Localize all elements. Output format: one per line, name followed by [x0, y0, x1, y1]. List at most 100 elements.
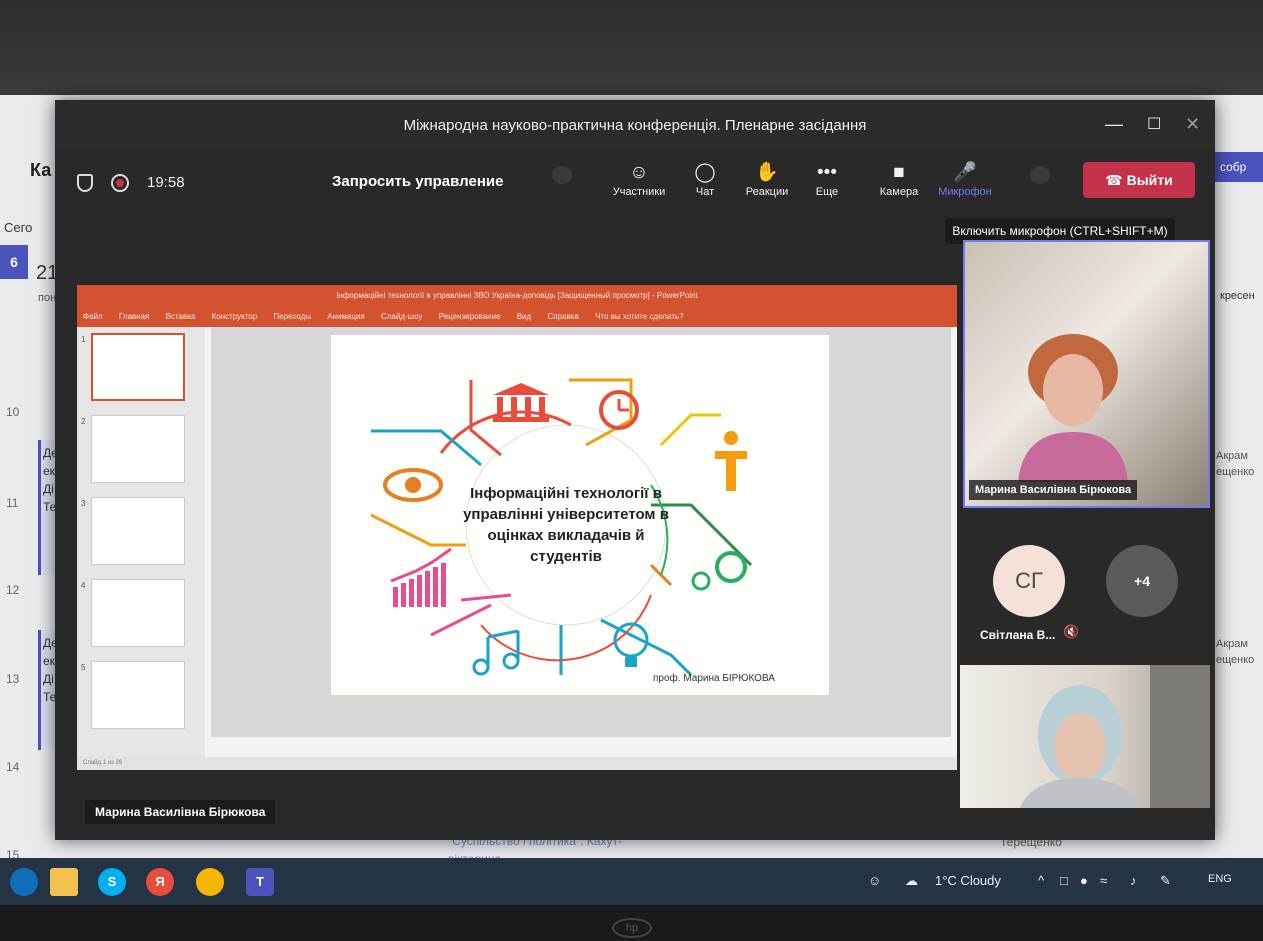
lightbulb-icon — [613, 622, 649, 667]
slide-number: 2 — [81, 417, 86, 426]
shield-icon — [77, 174, 93, 192]
day-label: пон — [38, 292, 57, 304]
ppt-menu-item: Конструктор — [211, 312, 258, 321]
language-indicator[interactable]: ENG — [1208, 873, 1232, 885]
camera-button[interactable]: ■ Камера — [867, 160, 931, 198]
phone-icon: ☎ — [1105, 172, 1123, 188]
skype-icon[interactable]: S — [98, 868, 126, 896]
chat-icon: ◯ — [694, 162, 716, 183]
meeting-title: Міжнародна науково-практична конференція… — [403, 117, 867, 134]
ppt-menu-item: Вид — [516, 312, 532, 321]
ppt-menu-item: Рецензирование — [438, 312, 501, 321]
gears-icon — [691, 551, 747, 591]
meeting-toolbar: 19:58 Запросить управление ☺ Участники ◯… — [55, 150, 1215, 260]
ppt-menu-item: Переходы — [273, 312, 311, 321]
ppt-title-bar: Інформаційні технології в управлінні ЗВО… — [77, 285, 957, 307]
chrome-icon[interactable] — [196, 868, 224, 896]
more-dots-icon: ••• — [817, 162, 837, 183]
slide-editor: Інформаційні технології в управлінні уні… — [211, 327, 951, 737]
people-icon: ☺ — [629, 162, 649, 183]
growth-chart-icon — [390, 547, 452, 607]
start-icon[interactable] — [10, 868, 38, 896]
ppt-menu-item: Анимация — [327, 312, 365, 321]
today-button[interactable]: Сего — [4, 220, 32, 235]
ppt-menu-item: Файл — [83, 312, 103, 321]
camera-icon: ■ — [893, 162, 905, 183]
weather-text[interactable]: 1°C Cloudy — [935, 873, 1001, 888]
hp-logo-icon: hp — [612, 918, 652, 938]
teams-icon[interactable]: T — [246, 868, 274, 896]
speaker-silhouette — [1018, 334, 1128, 482]
ghost-icon — [552, 166, 572, 184]
right-event-names: Акрам ещенко — [1216, 450, 1255, 478]
maximize-icon[interactable]: ☐ — [1147, 114, 1161, 134]
ghost-icon — [1030, 166, 1050, 184]
close-icon[interactable]: ✕ — [1185, 114, 1200, 135]
ppt-menu-item: Справка — [547, 312, 579, 321]
music-note-icon — [472, 629, 520, 676]
cloud-icon: ☁ — [905, 873, 918, 888]
chevron-up-icon[interactable]: ^ — [1038, 873, 1044, 888]
participant-silhouette — [1020, 665, 1210, 808]
ppt-menu-item: Что вы хотите сделать? — [595, 312, 684, 321]
file-explorer-icon[interactable] — [50, 868, 78, 896]
join-button[interactable]: собр — [1214, 152, 1263, 182]
volume-icon[interactable]: ♪ — [1130, 873, 1137, 888]
avatar[interactable]: СГ — [993, 545, 1065, 617]
right-event-names: Акрам ещенко — [1216, 638, 1255, 666]
slide-thumbnail — [91, 333, 185, 401]
hour-13: 13 — [6, 672, 20, 686]
yandex-browser-icon[interactable]: Я — [146, 868, 174, 896]
people-icon[interactable]: ☺ — [868, 873, 881, 888]
minimize-icon[interactable]: — — [1105, 114, 1123, 135]
more-participants-button[interactable]: +4 — [1106, 545, 1178, 617]
meeting-timer: 19:58 — [147, 174, 185, 191]
monitor-bezel-top — [0, 0, 1263, 110]
hour-10: 10 — [6, 405, 20, 419]
eye-icon — [383, 468, 443, 502]
speaker-name-tag: Марина Василівна Бірюкова — [969, 480, 1138, 500]
windows-taskbar: S Я T ☺ ☁ 1°C Cloudy ^ □ ● ≈ ♪ ✎ ENG — [0, 858, 1263, 906]
microphone-icon[interactable]: ● — [1080, 873, 1088, 888]
teams-meeting-window: Міжнародна науково-практична конференція… — [55, 100, 1215, 840]
shared-screen: Інформаційні технології в управлінні ЗВО… — [77, 285, 957, 770]
presenter-name-label: Марина Василівна Бірюкова — [85, 800, 276, 824]
main-speaker-video[interactable]: Марина Василівна Бірюкова — [963, 240, 1210, 508]
slide-title: Інформаційні технології в управлінні уні… — [463, 485, 669, 565]
hour-12: 12 — [6, 583, 20, 597]
participant-name: Світлана В... — [980, 628, 1056, 642]
slide-number: 3 — [81, 499, 86, 508]
speaker-podium-icon — [715, 431, 747, 491]
microphone-button[interactable]: 🎤 Микрофон — [933, 160, 997, 198]
title-bar: Міжнародна науково-практична конференція… — [55, 100, 1215, 150]
slide-number: 1 — [81, 335, 86, 344]
participant-video[interactable] — [960, 665, 1210, 808]
museum-icon — [493, 383, 549, 422]
calendar-app-icon[interactable]: 6 — [0, 245, 28, 279]
participants-button[interactable]: ☺ Участники — [607, 160, 671, 198]
slide-thumbnail — [91, 497, 185, 565]
slide-number: 5 — [81, 663, 86, 672]
battery-icon[interactable]: □ — [1060, 873, 1068, 888]
slide-thumbnail — [91, 579, 185, 647]
calendar-app-title: Ка — [30, 160, 52, 180]
slide-thumbnails: 1 2 3 4 5 — [77, 327, 205, 757]
network-icon[interactable]: ≈ — [1100, 873, 1107, 888]
chat-button[interactable]: ◯ Чат — [673, 160, 737, 198]
current-slide: Інформаційні технології в управлінні уні… — [331, 335, 829, 695]
more-button[interactable]: ••• Еще — [795, 160, 859, 198]
hour-11: 11 — [6, 496, 19, 510]
microphone-muted-icon: 🎤 — [953, 162, 977, 183]
ppt-menu-item: Слайд-шоу — [380, 312, 423, 321]
recording-icon — [111, 174, 129, 192]
right-day-label: кресен — [1220, 290, 1255, 302]
request-control-button[interactable]: Запросить управление — [332, 173, 503, 190]
ppt-ribbon-menu: Файл Главная Вставка Конструктор Переход… — [77, 307, 957, 327]
reaction-hand-icon: ✋ — [755, 162, 779, 183]
pen-icon[interactable]: ✎ — [1160, 873, 1171, 889]
microphone-muted-icon: 🔇 — [1063, 624, 1080, 639]
reactions-button[interactable]: ✋ Реакции — [735, 160, 799, 198]
hour-14: 14 — [6, 760, 20, 774]
ppt-menu-item: Вставка — [165, 312, 196, 321]
leave-button[interactable]: ☎ Выйти — [1083, 162, 1195, 198]
